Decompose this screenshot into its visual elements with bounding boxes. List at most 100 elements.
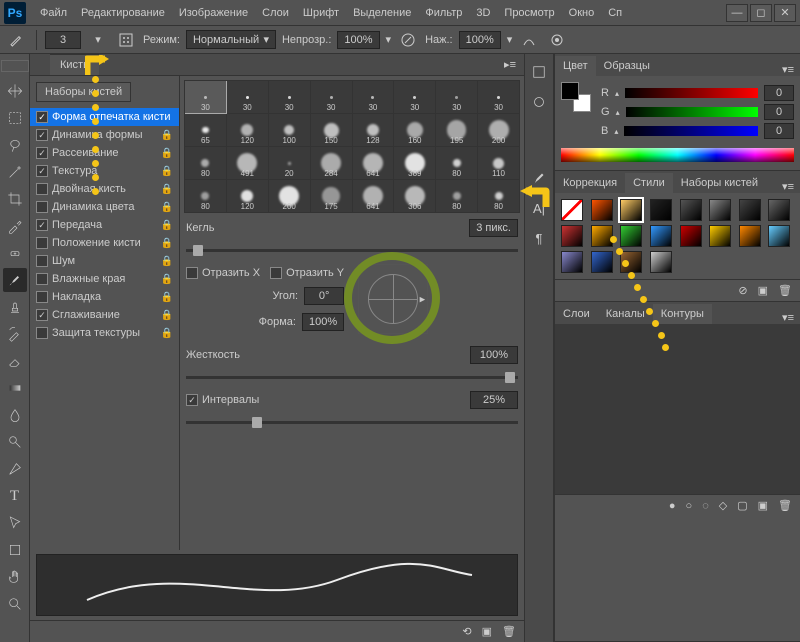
path-to-selection-icon[interactable]: ◌ — [702, 500, 709, 512]
tab-adjustments[interactable]: Коррекция — [555, 173, 625, 193]
color-panel-menu[interactable]: ▾≡ — [776, 63, 800, 76]
flow-field[interactable]: 100% — [459, 31, 501, 49]
brush-option-check[interactable]: ✓ — [36, 165, 48, 177]
style-swatch[interactable] — [561, 251, 583, 273]
style-swatch[interactable] — [591, 251, 613, 273]
brush-tip[interactable]: 120 — [227, 114, 268, 146]
style-swatch[interactable] — [591, 199, 613, 221]
brush-presets-button[interactable]: Наборы кистей — [36, 82, 131, 102]
brush-tip[interactable]: 80 — [185, 180, 226, 212]
brush-tip[interactable]: 80 — [436, 147, 477, 179]
gradient-tool[interactable] — [3, 376, 27, 400]
crop-tool[interactable] — [3, 187, 27, 211]
dodge-tool[interactable] — [3, 430, 27, 454]
lasso-tool[interactable] — [3, 133, 27, 157]
menu-filter[interactable]: Фильтр — [419, 3, 468, 23]
brush-tip[interactable]: 200 — [478, 114, 519, 146]
style-swatch[interactable] — [680, 199, 702, 221]
brush-option-1[interactable]: ✓ Динамика формы 🔒 — [30, 126, 179, 144]
marquee-tool[interactable] — [3, 106, 27, 130]
g-slider[interactable] — [626, 107, 758, 117]
styles-clear-icon[interactable]: ⊘ — [738, 284, 747, 297]
stroke-path-icon[interactable]: ○ — [686, 500, 693, 512]
brush-option-6[interactable]: ✓ Передача 🔒 — [30, 216, 179, 234]
brush-tip[interactable]: 80 — [436, 180, 477, 212]
brush-tip[interactable]: 30 — [311, 81, 352, 113]
brush-tip[interactable]: 30 — [185, 81, 226, 113]
wand-tool[interactable] — [3, 160, 27, 184]
lock-icon[interactable]: 🔒 — [161, 220, 173, 231]
brush-tip[interactable]: 200 — [269, 180, 310, 212]
airbrush-icon[interactable] — [518, 29, 540, 51]
color-swatch-pair[interactable] — [561, 82, 591, 112]
brush-tip[interactable]: 30 — [353, 81, 394, 113]
brush-tip[interactable]: 30 — [436, 81, 477, 113]
brush-tip[interactable]: 491 — [227, 147, 268, 179]
path-select-tool[interactable] — [3, 511, 27, 535]
brush-tip[interactable]: 306 — [394, 180, 435, 212]
menu-edit[interactable]: Редактирование — [75, 3, 171, 23]
menu-file[interactable]: Файл — [34, 3, 73, 23]
brush-tip[interactable]: 80 — [185, 147, 226, 179]
paragraph-icon[interactable]: ¶ — [527, 226, 551, 250]
properties-icon[interactable] — [527, 90, 551, 114]
lock-icon[interactable]: 🔒 — [161, 202, 173, 213]
brush-option-check[interactable]: ✓ — [36, 309, 48, 321]
heal-tool[interactable] — [3, 241, 27, 265]
delete-icon[interactable]: 🗑 — [502, 625, 516, 638]
brush-option-2[interactable]: ✓ Рассеивание 🔒 — [30, 144, 179, 162]
current-tool-icon[interactable] — [6, 29, 28, 51]
brush-tip[interactable]: 160 — [394, 114, 435, 146]
size-slider[interactable] — [186, 249, 518, 252]
brush-tip[interactable]: 30 — [394, 81, 435, 113]
brush-tip[interactable]: 100 — [269, 114, 310, 146]
brushes-icon[interactable] — [527, 166, 551, 190]
style-swatch[interactable] — [709, 225, 731, 247]
size-field[interactable]: 3 пикс. — [469, 219, 518, 237]
menu-view[interactable]: Просмотр — [498, 3, 560, 23]
pen-tool[interactable] — [3, 457, 27, 481]
style-swatch[interactable] — [650, 225, 672, 247]
brush-tip[interactable]: 30 — [269, 81, 310, 113]
brush-tip[interactable]: 30 — [478, 81, 519, 113]
lock-icon[interactable]: 🔒 — [161, 148, 173, 159]
brush-tip[interactable]: 150 — [311, 114, 352, 146]
tab-layers[interactable]: Слои — [555, 304, 598, 324]
style-swatch[interactable] — [680, 225, 702, 247]
style-swatch[interactable] — [620, 199, 642, 221]
hand-tool[interactable] — [3, 565, 27, 589]
style-swatch[interactable] — [561, 225, 583, 247]
menu-help[interactable]: Сп — [602, 3, 628, 23]
style-swatch[interactable] — [591, 225, 613, 247]
brush-option-10[interactable]: Накладка 🔒 — [30, 288, 179, 306]
brush-tip[interactable]: 128 — [353, 114, 394, 146]
style-swatch[interactable] — [620, 225, 642, 247]
brush-option-9[interactable]: Влажные края 🔒 — [30, 270, 179, 288]
menu-select[interactable]: Выделение — [347, 3, 417, 23]
eyedropper-tool[interactable] — [3, 214, 27, 238]
brush-panel-toggle[interactable] — [115, 29, 137, 51]
brush-option-check[interactable] — [36, 291, 48, 303]
character-icon[interactable]: A| — [527, 196, 551, 220]
tab-channels[interactable]: Каналы — [598, 304, 653, 324]
brush-tip[interactable]: 195 — [436, 114, 477, 146]
g-value[interactable]: 0 — [764, 104, 794, 120]
brush-option-4[interactable]: Двойная кисть 🔒 — [30, 180, 179, 198]
lock-icon[interactable]: 🔒 — [161, 292, 173, 303]
type-tool[interactable]: T — [3, 484, 27, 508]
blur-tool[interactable] — [3, 403, 27, 427]
tab-swatches[interactable]: Образцы — [596, 56, 658, 76]
tab-styles[interactable]: Стили — [625, 173, 673, 193]
blend-mode-dropdown[interactable]: Нормальный▾ — [186, 30, 276, 49]
move-tool[interactable] — [3, 79, 27, 103]
delete-path-icon[interactable]: 🗑 — [778, 499, 792, 512]
make-workpath-icon[interactable]: ◇ — [719, 499, 727, 512]
flip-x-checkbox[interactable]: Отразить X — [186, 267, 260, 279]
brush-tip[interactable]: 80 — [478, 180, 519, 212]
brush-option-12[interactable]: Защита текстуры 🔒 — [30, 324, 179, 342]
b-value[interactable]: 0 — [764, 123, 794, 139]
window-maximize[interactable]: ◻ — [750, 4, 772, 22]
r-slider[interactable] — [625, 88, 758, 98]
history-brush-tool[interactable] — [3, 322, 27, 346]
brush-option-8[interactable]: Шум 🔒 — [30, 252, 179, 270]
